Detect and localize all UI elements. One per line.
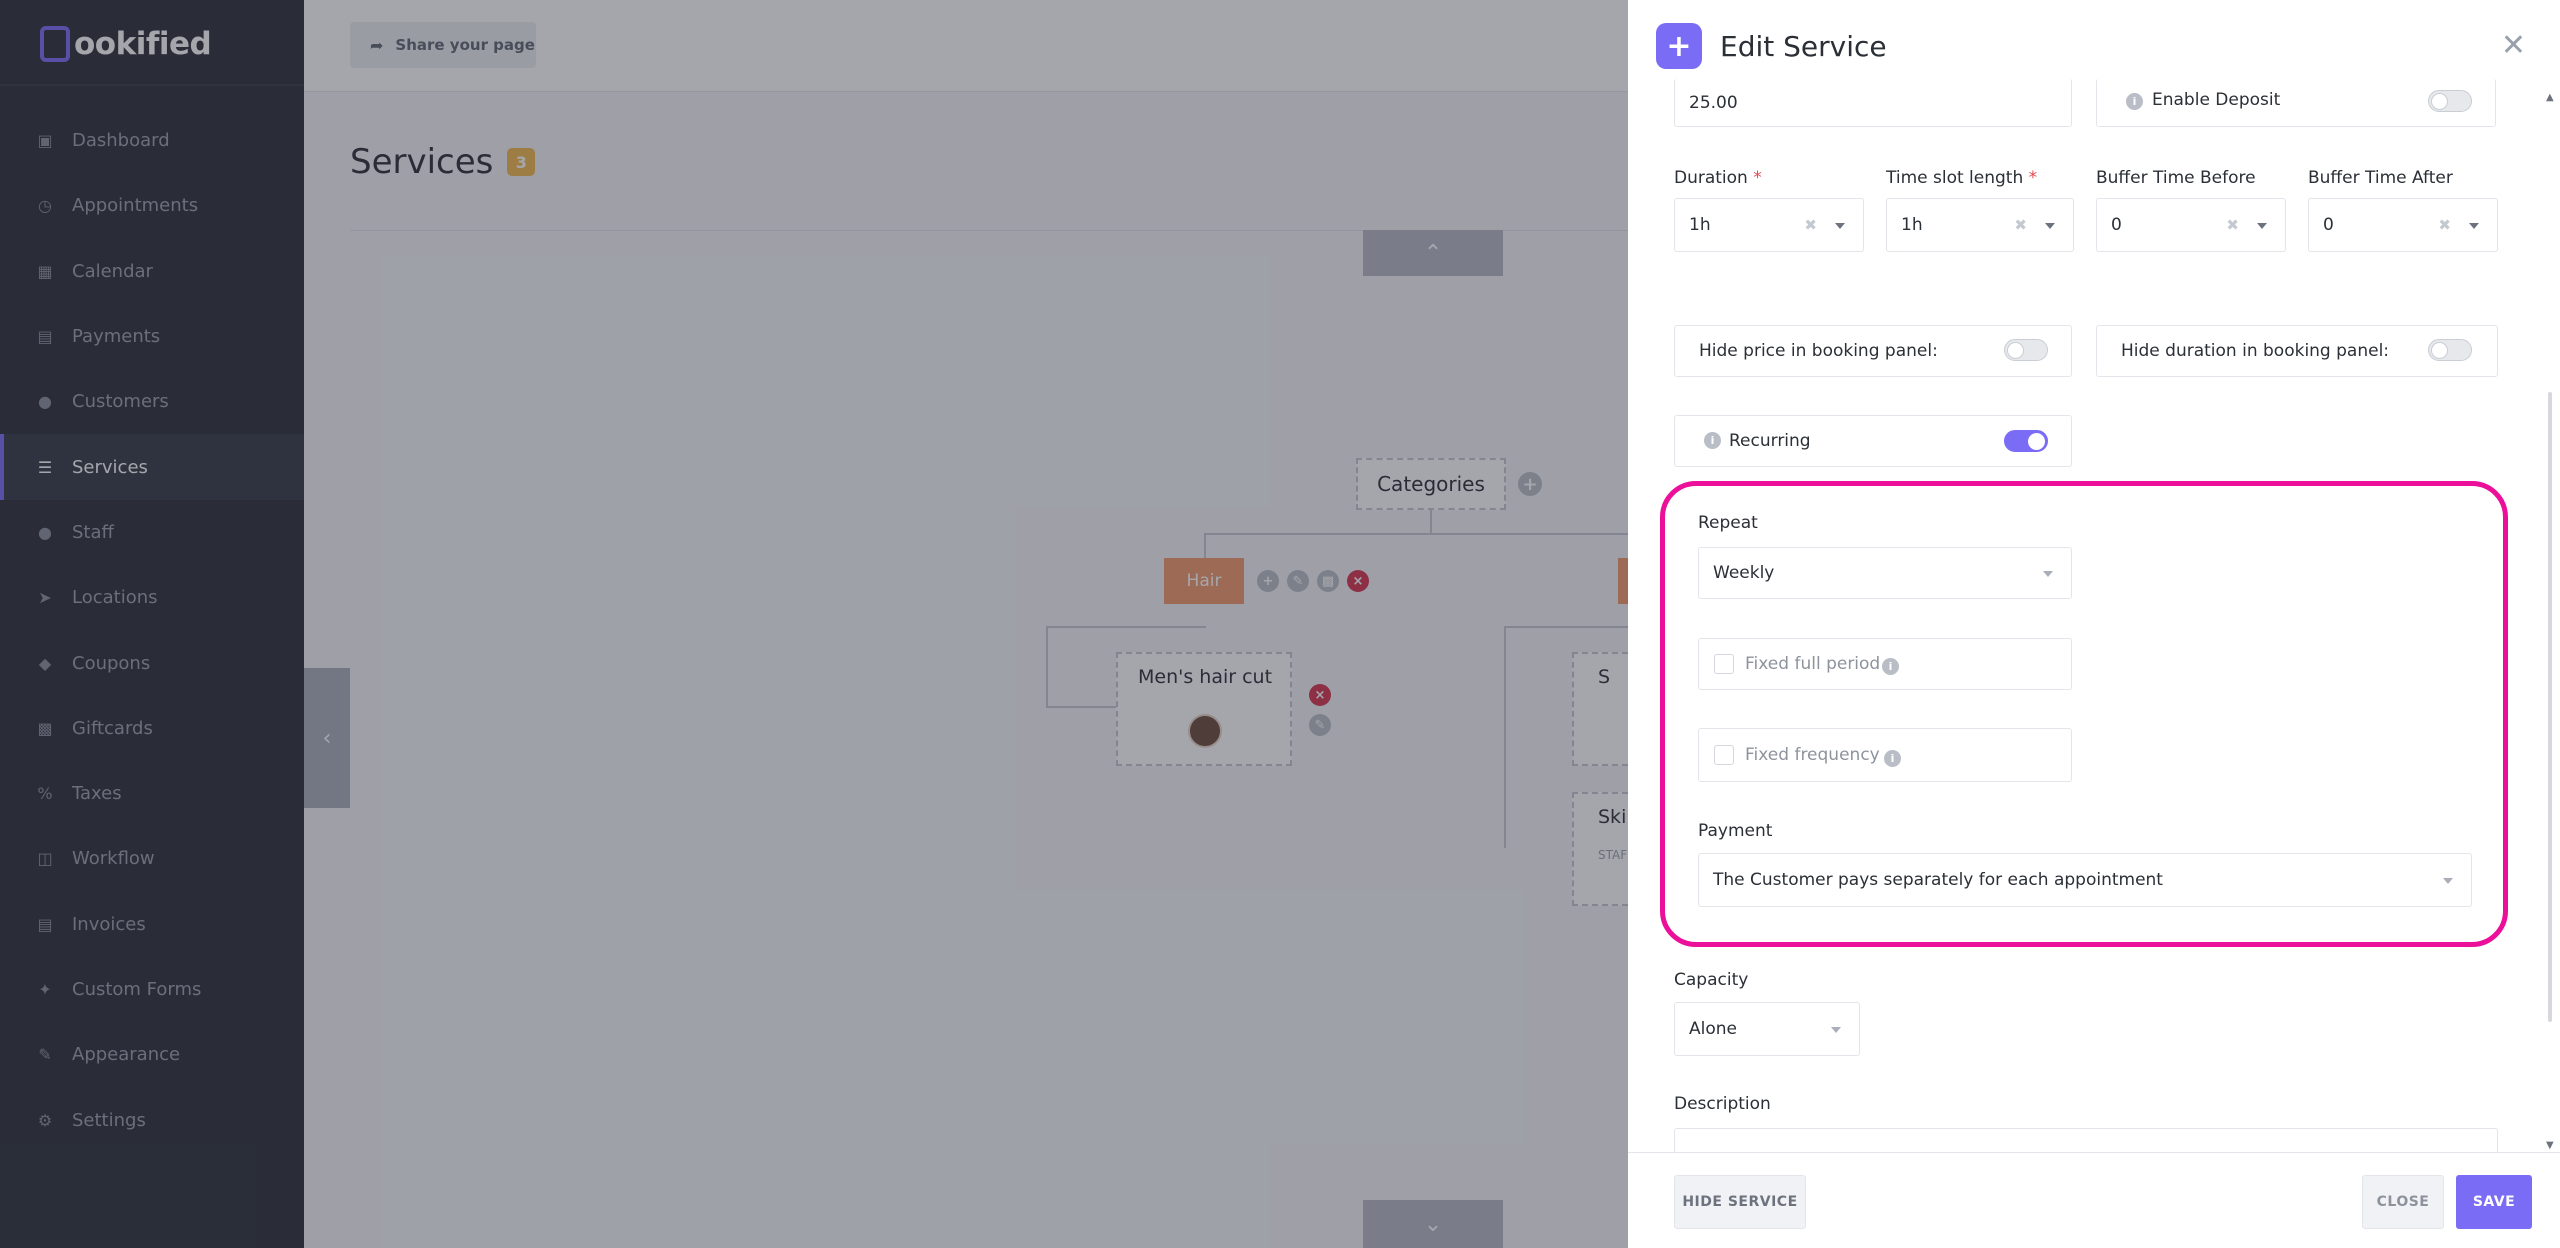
recurring-toggle[interactable] xyxy=(2004,430,2048,452)
hide-duration-toggle[interactable] xyxy=(2428,339,2472,361)
payment-select[interactable]: The Customer pays separately for each ap… xyxy=(1698,853,2472,907)
timeslot-value: 1h xyxy=(1901,215,1923,235)
clear-icon[interactable]: ✖ xyxy=(2226,216,2239,234)
panel-scrollbar[interactable] xyxy=(2548,392,2552,1022)
buffer-after-value: 0 xyxy=(2323,215,2334,235)
caret-down-icon xyxy=(2443,878,2453,884)
description-label: Description xyxy=(1674,1094,1771,1114)
hide-price-label: Hide price in booking panel: xyxy=(1699,341,1938,361)
fixed-full-period-label: Fixed full period xyxy=(1745,654,1881,674)
enable-deposit-toggle[interactable] xyxy=(2428,90,2472,112)
panel-title: Edit Service xyxy=(1720,29,1887,63)
caret-down-icon xyxy=(2257,223,2267,229)
duration-select[interactable]: 1h ✖ xyxy=(1674,198,1864,252)
info-icon: i xyxy=(2126,93,2143,110)
scroll-up-icon[interactable]: ▲ xyxy=(2546,92,2554,103)
clear-icon[interactable]: ✖ xyxy=(1804,216,1817,234)
repeat-label: Repeat xyxy=(1698,513,1758,533)
clear-icon[interactable]: ✖ xyxy=(2438,216,2451,234)
plus-icon: + xyxy=(1656,23,1702,69)
save-button[interactable]: SAVE xyxy=(2456,1175,2532,1229)
price-input[interactable]: 25.00 xyxy=(1674,79,2072,127)
fixed-full-period-checkbox[interactable] xyxy=(1714,654,1734,674)
enable-deposit-label: Enable Deposit xyxy=(2152,90,2281,110)
caret-down-icon xyxy=(1831,1027,1841,1033)
repeat-select[interactable]: Weekly xyxy=(1698,547,2072,599)
info-icon: i xyxy=(1882,658,1899,675)
capacity-select[interactable]: Alone xyxy=(1674,1002,1860,1056)
payment-label: Payment xyxy=(1698,821,1773,841)
caret-down-icon xyxy=(2045,223,2055,229)
timeslot-label: Time slot length * xyxy=(1886,168,2037,188)
hide-service-button[interactable]: HIDE SERVICE xyxy=(1674,1175,1806,1229)
fixed-frequency-checkbox[interactable] xyxy=(1714,745,1734,765)
recurring-label: Recurring xyxy=(1729,431,1811,451)
caret-down-icon xyxy=(2043,571,2053,577)
capacity-label: Capacity xyxy=(1674,970,1749,990)
modal-overlay[interactable] xyxy=(0,0,1628,1248)
required-mark: * xyxy=(1753,168,1762,188)
timeslot-select[interactable]: 1h ✖ xyxy=(1886,198,2074,252)
duration-value: 1h xyxy=(1689,215,1711,235)
payment-value: The Customer pays separately for each ap… xyxy=(1713,870,2163,890)
buffer-before-label: Buffer Time Before xyxy=(2096,168,2256,188)
capacity-value: Alone xyxy=(1689,1019,1737,1039)
buffer-before-select[interactable]: 0 ✖ xyxy=(2096,198,2286,252)
buffer-after-label: Buffer Time After xyxy=(2308,168,2453,188)
fixed-frequency-label: Fixed frequency xyxy=(1745,745,1880,765)
info-icon: i xyxy=(1884,750,1901,767)
buffer-before-value: 0 xyxy=(2111,215,2122,235)
price-value: 25.00 xyxy=(1689,92,1738,113)
scroll-down-icon[interactable]: ▼ xyxy=(2546,1140,2554,1151)
repeat-value: Weekly xyxy=(1713,563,1775,583)
timeslot-label-text: Time slot length xyxy=(1886,168,2024,188)
panel-footer: HIDE SERVICE CLOSE SAVE xyxy=(1628,1152,2560,1248)
duration-label-text: Duration xyxy=(1674,168,1748,188)
clear-icon[interactable]: ✖ xyxy=(2014,216,2027,234)
info-icon: i xyxy=(1704,432,1721,449)
caret-down-icon xyxy=(1835,223,1845,229)
caret-down-icon xyxy=(2469,223,2479,229)
duration-label: Duration * xyxy=(1674,168,1762,188)
required-mark: * xyxy=(2028,168,2038,188)
close-button[interactable]: CLOSE xyxy=(2362,1175,2444,1229)
close-icon[interactable]: ✕ xyxy=(2501,28,2526,63)
hide-price-toggle[interactable] xyxy=(2004,339,2048,361)
buffer-after-select[interactable]: 0 ✖ xyxy=(2308,198,2498,252)
hide-duration-label: Hide duration in booking panel: xyxy=(2121,341,2390,361)
